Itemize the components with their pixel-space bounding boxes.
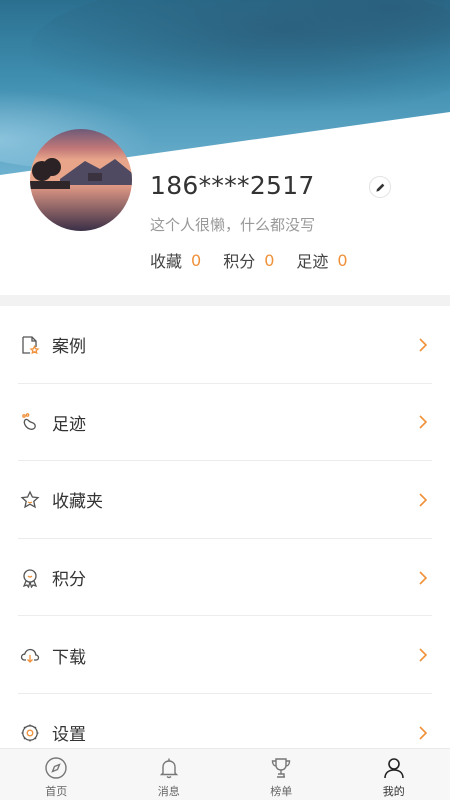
tab-label: 榜单 bbox=[270, 785, 293, 798]
stat-value: 0 bbox=[264, 250, 275, 270]
tab-label: 我的 bbox=[382, 785, 405, 798]
menu-item-points[interactable]: 积分 bbox=[0, 539, 450, 617]
bio-text: 这个人很懒，什么都没写 bbox=[150, 216, 316, 234]
tab-label: 消息 bbox=[157, 785, 180, 798]
chevron-right-icon bbox=[418, 647, 428, 663]
pencil-icon bbox=[375, 182, 386, 193]
compass-icon bbox=[44, 756, 68, 780]
stat-label: 足迹 bbox=[296, 252, 329, 271]
medal-icon bbox=[20, 568, 40, 588]
menu-item-favorites[interactable]: 收藏夹 bbox=[0, 461, 450, 539]
user-icon bbox=[382, 756, 406, 780]
cloud-download-icon bbox=[20, 645, 40, 665]
menu-item-cases[interactable]: 案例 bbox=[0, 306, 450, 384]
edit-profile-button[interactable] bbox=[369, 176, 391, 198]
menu-item-label: 案例 bbox=[52, 337, 86, 358]
menu-item-downloads[interactable]: 下载 bbox=[0, 616, 450, 694]
stat-value: 0 bbox=[337, 250, 348, 270]
menu-item-label: 积分 bbox=[52, 570, 86, 591]
tab-home[interactable]: 首页 bbox=[0, 749, 113, 800]
gear-icon bbox=[20, 723, 40, 743]
menu-item-label: 设置 bbox=[52, 725, 86, 746]
bottom-tab-bar: 首页 消息 榜单 我的 bbox=[0, 748, 450, 800]
star-icon bbox=[20, 490, 40, 510]
chevron-right-icon bbox=[418, 570, 428, 586]
stat-value: 0 bbox=[191, 250, 202, 270]
tab-rankings[interactable]: 榜单 bbox=[225, 749, 338, 800]
menu-item-footprints[interactable]: 足迹 bbox=[0, 384, 450, 462]
tab-mine[interactable]: 我的 bbox=[338, 749, 450, 800]
chevron-right-icon bbox=[418, 337, 428, 353]
chevron-right-icon bbox=[418, 725, 428, 741]
chevron-right-icon bbox=[418, 414, 428, 430]
menu-list: 案例 足迹 收藏夹 积分 下载 设置 bbox=[0, 306, 450, 772]
avatar[interactable] bbox=[30, 129, 132, 231]
menu-item-label: 下载 bbox=[52, 647, 86, 668]
trophy-icon bbox=[269, 756, 293, 780]
stat-label: 收藏 bbox=[150, 252, 183, 271]
stat-points[interactable]: 积分 0 bbox=[223, 248, 274, 272]
tab-messages[interactable]: 消息 bbox=[113, 749, 226, 800]
chevron-right-icon bbox=[418, 492, 428, 508]
stat-favorites[interactable]: 收藏 0 bbox=[150, 248, 201, 272]
menu-item-label: 收藏夹 bbox=[52, 492, 103, 513]
bell-icon bbox=[157, 756, 181, 780]
tab-label: 首页 bbox=[45, 785, 68, 798]
stats-row: 收藏 0 积分 0 足迹 0 bbox=[150, 248, 370, 272]
stat-label: 积分 bbox=[223, 252, 256, 271]
stat-footprints[interactable]: 足迹 0 bbox=[296, 248, 347, 272]
phone-number: 186****2517 bbox=[150, 171, 315, 200]
section-divider bbox=[0, 295, 450, 306]
footprint-icon bbox=[20, 412, 40, 432]
profile-page: 186****2517 这个人很懒，什么都没写 收藏 0 积分 0 足迹 0 案… bbox=[0, 0, 450, 800]
profile-card: 186****2517 这个人很懒，什么都没写 收藏 0 积分 0 足迹 0 bbox=[0, 0, 450, 295]
menu-item-label: 足迹 bbox=[52, 414, 86, 435]
case-file-icon bbox=[20, 335, 40, 355]
